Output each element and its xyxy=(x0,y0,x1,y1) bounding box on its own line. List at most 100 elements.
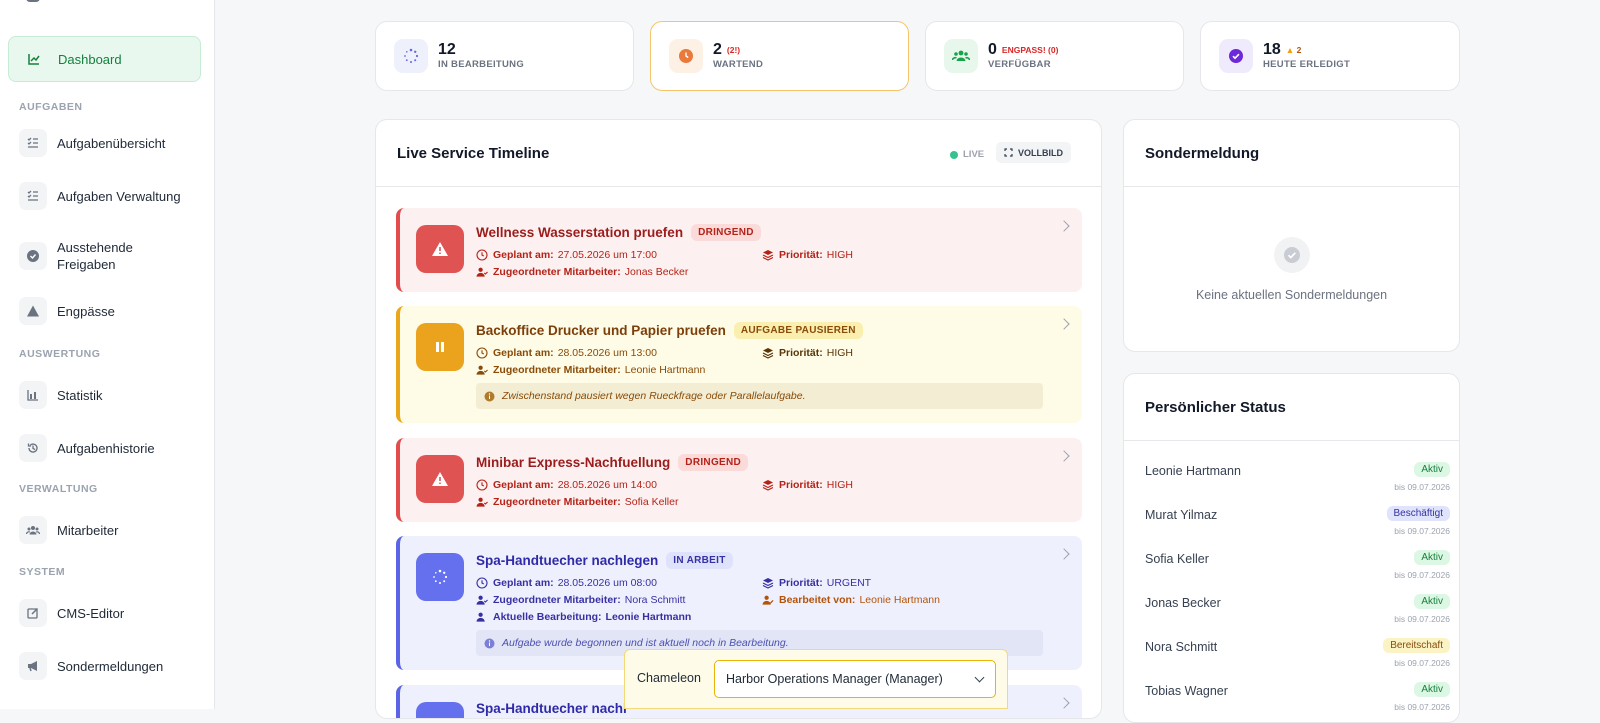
status-badge: Aktiv xyxy=(1414,462,1450,477)
clock-icon xyxy=(476,577,488,589)
priority-value: HIGH xyxy=(826,347,854,359)
panel-title: Sondermeldung xyxy=(1145,145,1260,162)
check-circle-icon xyxy=(19,242,47,270)
sidebar-item-aufgabenuebersicht[interactable]: Aufgabenübersicht xyxy=(8,128,201,158)
clock-icon xyxy=(669,39,703,73)
assigned-label: Zugeordneter Mitarbeiter: xyxy=(493,266,621,278)
sidebar-item-mitarbeiter[interactable]: Mitarbeiter xyxy=(8,515,201,545)
person-name: Jonas Becker xyxy=(1145,596,1221,610)
clock-icon xyxy=(476,347,488,359)
personal-status-panel: Persönlicher Status Leonie Hartmann Aktiv… xyxy=(1123,373,1460,723)
priority-value: URGENT xyxy=(826,577,872,589)
person-name: Leonie Hartmann xyxy=(1145,464,1241,478)
sidebar-item-label: Mitarbeiter xyxy=(57,522,119,538)
sidebar-section-auswertung: AUSWERTUNG xyxy=(19,348,101,360)
info-icon xyxy=(484,391,495,402)
chameleon-role-switcher: Chameleon Harbor Operations Manager (Man… xyxy=(624,649,1008,709)
chevron-down-icon xyxy=(974,672,985,683)
list-check-icon xyxy=(19,129,47,157)
assigned-label: Zugeordneter Mitarbeiter: xyxy=(493,594,621,606)
task-card[interactable]: Wellness Wasserstation pruefen DRINGEND G… xyxy=(396,208,1082,292)
planned-row: Geplant am: 28.05.2026 um 08:00 xyxy=(476,577,657,589)
divider xyxy=(376,186,1101,187)
task-title-row: Backoffice Drucker und Papier pruefen AUF… xyxy=(476,322,863,339)
fullscreen-button[interactable]: VOLLBILD xyxy=(996,142,1071,163)
task-tag: AUFGABE PAUSIEREN xyxy=(733,322,863,339)
task-title-row: Wellness Wasserstation pruefen DRINGEND xyxy=(476,224,761,241)
live-label: LIVE xyxy=(963,149,985,160)
planned-row: Geplant am: 27.05.2026 um 17:00 xyxy=(476,249,657,261)
priority-value: HIGH xyxy=(826,479,854,491)
task-title: Minibar Express-Nachfuellung xyxy=(476,455,671,470)
live-dot-icon xyxy=(950,150,958,159)
edit-icon xyxy=(19,599,47,627)
sidebar-item-engpaesse[interactable]: Engpässe xyxy=(8,296,201,326)
status-until: bis 09.07.2026 xyxy=(1394,570,1450,580)
assigned-value: Nora Schmitt xyxy=(624,594,686,606)
user-icon xyxy=(476,266,488,278)
task-title: Wellness Wasserstation pruefen xyxy=(476,225,684,240)
task-title-row: Spa-Handtuecher nachlegen IN ARBEIT xyxy=(476,552,733,569)
current-label: Aktuelle Bearbeitung: xyxy=(493,611,602,623)
planned-row: Geplant am: 28.05.2026 um 14:00 xyxy=(476,479,657,491)
assigned-row: Zugeordneter Mitarbeiter: Jonas Becker xyxy=(476,266,688,278)
role-select[interactable]: Harbor Operations Manager (Manager) xyxy=(714,660,996,698)
sidebar-item-ausstehende-freigaben[interactable]: Ausstehende Freigaben xyxy=(8,238,201,274)
stat-card-in-bearbeitung[interactable]: 12 IN BEARBEITUNG xyxy=(375,21,634,91)
priority-row: Priorität: URGENT xyxy=(762,577,871,589)
planned-label: Geplant am: xyxy=(493,249,554,261)
stat-card-verfuegbar[interactable]: 0 ENGPASS! (0) VERFÜGBAR xyxy=(925,21,1184,91)
users-icon xyxy=(944,39,978,73)
priority-row: Priorität: HIGH xyxy=(762,249,853,261)
empty-state-text: Keine aktuellen Sondermeldungen xyxy=(1195,288,1388,302)
person-name: Tobias Wagner xyxy=(1145,684,1228,698)
spinner-icon xyxy=(416,553,464,601)
edited-by-row: Bearbeitet von: Leonie Hartmann xyxy=(762,594,940,606)
stat-value-wrap: 18 ▲ 2 xyxy=(1263,42,1350,58)
expand-icon xyxy=(1004,148,1013,157)
task-tag: DRINGEND xyxy=(678,454,749,471)
history-icon xyxy=(19,434,47,462)
planned-label: Geplant am: xyxy=(493,347,554,359)
stat-badge: 2 xyxy=(1296,44,1302,55)
chevron-right-icon[interactable] xyxy=(1058,318,1070,330)
user-edit-icon xyxy=(476,611,488,623)
label-line-2: Freigaben xyxy=(57,257,116,272)
chevron-right-icon[interactable] xyxy=(1058,697,1070,709)
priority-label: Priorität: xyxy=(779,249,823,261)
planned-row: Geplant am: 28.05.2026 um 13:00 xyxy=(476,347,657,359)
chevron-right-icon[interactable] xyxy=(1058,220,1070,232)
sidebar-item-sondermeldungen[interactable]: Sondermeldungen xyxy=(8,651,201,681)
note-text: Zwischenstand pausiert wegen Rueckfrage … xyxy=(502,390,806,402)
sidebar-item-aufgabenhistorie[interactable]: Aufgabenhistorie xyxy=(8,433,201,463)
assigned-row: Zugeordneter Mitarbeiter: Nora Schmitt xyxy=(476,594,685,606)
sidebar-item-statistik[interactable]: Statistik xyxy=(8,380,201,410)
check-circle-icon xyxy=(1219,39,1253,73)
current-row: Aktuelle Bearbeitung: Leonie Hartmann xyxy=(476,611,695,623)
priority-label: Priorität: xyxy=(779,347,823,359)
planned-value: 28.05.2026 um 13:00 xyxy=(557,347,657,359)
sidebar-item-cms-editor[interactable]: CMS-Editor xyxy=(8,598,201,628)
stat-value: 0 xyxy=(988,41,997,59)
stat-card-heute-erledigt[interactable]: 18 ▲ 2 HEUTE ERLEDIGT xyxy=(1200,21,1460,91)
stat-value: 18 xyxy=(1263,41,1281,59)
task-card[interactable]: Minibar Express-Nachfuellung DRINGEND Gep… xyxy=(396,438,1082,522)
user-icon xyxy=(476,496,488,508)
chart-line-icon xyxy=(20,45,48,73)
live-indicator: LIVE xyxy=(950,149,984,160)
sidebar-section-verwaltung: VERWALTUNG xyxy=(19,483,98,495)
role-select-value: Harbor Operations Manager (Manager) xyxy=(726,672,943,686)
sidebar-item-dashboard[interactable]: Dashboard xyxy=(8,36,201,82)
stat-card-wartend[interactable]: 2 (2!) WARTEND xyxy=(650,21,909,91)
priority-label: Priorität: xyxy=(779,577,823,589)
task-card[interactable]: Backoffice Drucker und Papier pruefen AUF… xyxy=(396,306,1082,423)
status-badge: Bereitschaft xyxy=(1383,638,1450,653)
clock-icon xyxy=(476,479,488,491)
status-until: bis 09.07.2026 xyxy=(1394,658,1450,668)
chevron-right-icon[interactable] xyxy=(1058,450,1070,462)
stat-label: HEUTE ERLEDIGT xyxy=(1263,59,1351,71)
logo-icon xyxy=(26,0,40,2)
chevron-right-icon[interactable] xyxy=(1058,548,1070,560)
sidebar-item-aufgaben-verwaltung[interactable]: Aufgaben Verwaltung xyxy=(8,181,201,211)
status-until: bis 09.07.2026 xyxy=(1394,702,1450,712)
